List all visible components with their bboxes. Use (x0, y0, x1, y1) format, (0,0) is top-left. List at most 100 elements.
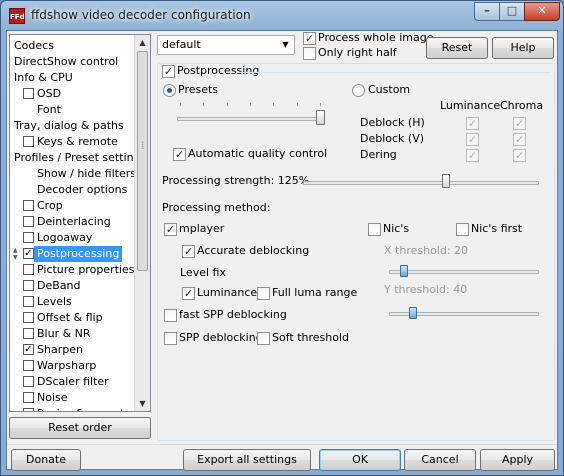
sidebar-item-label: Warpsharp (37, 359, 97, 372)
sidebar-item-checkbox[interactable]: ✓ (23, 344, 34, 355)
sidebar-item-label: Decoder options (37, 183, 128, 196)
sidebar-item-label: Show / hide filters (37, 167, 136, 180)
chroma-row-checkbox[interactable]: ✓ (513, 117, 526, 130)
sidebar-item-label: DeBand (37, 279, 81, 292)
app-icon: FFd (9, 8, 25, 24)
auto-quality-checkbox[interactable]: ✓ (173, 148, 186, 161)
apply-button[interactable]: Apply (480, 449, 555, 471)
luminance-row-checkbox[interactable]: ✓ (466, 149, 479, 162)
sidebar-item-checkbox[interactable] (23, 232, 34, 243)
nics-first-label: Nic's first (471, 222, 523, 235)
tree-scrollbar[interactable]: ▲ ▼ (134, 35, 150, 411)
sidebar-item-label: Picture properties (37, 263, 135, 276)
button-bar-divider (7, 444, 557, 446)
maximize-icon: □ (506, 4, 518, 17)
preset-select-value: default (162, 38, 201, 51)
dialog-client: Codecs DirectShow control Info & CPU OSD Fon… (6, 30, 558, 471)
luminance-label: Luminance (197, 286, 258, 299)
x-threshold-slider-track[interactable] (389, 270, 539, 274)
sidebar-item-checkbox[interactable] (23, 280, 34, 291)
nics-checkbox[interactable] (368, 223, 381, 236)
title-bar[interactable]: FFd ffdshow video decoder configuration … (1, 1, 563, 31)
process-whole-image-checkbox[interactable]: ✓ (303, 32, 316, 45)
postprocessing-enable-checkbox[interactable]: ✓ (162, 65, 175, 78)
strength-slider-thumb[interactable] (441, 174, 450, 188)
sidebar-item-checkbox[interactable]: ✓ (23, 248, 34, 259)
accurate-deblocking-label: Accurate deblocking (197, 244, 310, 257)
sidebar-item-checkbox[interactable] (23, 216, 34, 227)
sidebar-item-label: Profiles / Preset settings (14, 151, 147, 164)
luminance-row-checkbox[interactable]: ✓ (466, 117, 479, 130)
page-tree[interactable]: Codecs DirectShow control Info & CPU OSD Fon… (9, 34, 151, 412)
auto-quality-label: Automatic quality control (188, 147, 328, 160)
full-luma-range-checkbox[interactable] (257, 287, 270, 300)
sidebar-item-checkbox[interactable] (23, 392, 34, 403)
fast-spp-checkbox[interactable] (164, 309, 177, 322)
sidebar-item-checkbox[interactable] (23, 408, 34, 411)
custom-radio[interactable] (352, 84, 365, 97)
sidebar-item-checkbox[interactable] (23, 296, 34, 307)
reset-button[interactable]: Reset (426, 37, 488, 59)
y-threshold-label: Y threshold: 40 (384, 283, 468, 296)
donate-button[interactable]: Donate (11, 449, 81, 471)
strength-slider-track[interactable] (303, 181, 539, 185)
reset-order-button[interactable]: Reset order (9, 417, 151, 439)
x-threshold-label: X threshold: 20 (384, 244, 469, 257)
chroma-row-checkbox[interactable]: ✓ (513, 133, 526, 146)
mplayer-checkbox[interactable]: ✓ (164, 223, 177, 236)
close-icon: ✕ (537, 4, 547, 17)
scroll-thumb[interactable] (137, 51, 148, 271)
luminance-checkbox[interactable]: ✓ (182, 287, 195, 300)
sidebar-item-checkbox[interactable] (23, 328, 34, 339)
processing-method-label: Processing method: (162, 201, 271, 214)
sidebar-item-label: Noise (37, 391, 68, 404)
scroll-down-icon[interactable]: ▼ (135, 396, 150, 411)
slider-tick (180, 103, 181, 106)
scroll-up-icon[interactable]: ▲ (135, 35, 150, 50)
luminance-column-header: Luminance (440, 99, 501, 112)
sidebar-item-label: Logoaway (37, 231, 93, 244)
maximize-button[interactable]: □ (499, 2, 525, 21)
sidebar-item-label: Crop (37, 199, 63, 212)
nics-first-checkbox[interactable] (456, 223, 469, 236)
preset-select[interactable]: default ▼ (157, 35, 295, 55)
minimize-button[interactable]: – (474, 2, 500, 21)
sidebar-item-checkbox[interactable] (23, 376, 34, 387)
filter-row-label: Dering (360, 148, 397, 161)
level-fix-label: Level fix (180, 266, 226, 279)
y-threshold-slider-thumb[interactable] (408, 307, 417, 319)
sidebar-item-checkbox[interactable] (23, 136, 34, 147)
accurate-deblocking-checkbox[interactable]: ✓ (182, 245, 195, 258)
presets-radio[interactable] (163, 84, 176, 97)
help-button[interactable]: Help (492, 37, 554, 59)
sidebar-item-checkbox[interactable] (23, 88, 34, 99)
only-right-half-checkbox[interactable] (303, 47, 316, 60)
close-button[interactable]: ✕ (524, 2, 560, 21)
sidebar-item-checkbox[interactable] (23, 264, 34, 275)
export-all-settings-button[interactable]: Export all settings (183, 449, 311, 471)
sidebar-item-label: Codecs (14, 39, 54, 52)
soft-threshold-checkbox[interactable] (257, 332, 270, 345)
grip-icon: ⁞ (141, 139, 145, 152)
sidebar-item-checkbox[interactable] (23, 360, 34, 371)
spp-checkbox[interactable] (164, 332, 177, 345)
nics-label: Nic's (383, 222, 410, 235)
sidebar-item-checkbox[interactable] (23, 312, 34, 323)
preset-slider-thumb[interactable] (316, 110, 325, 125)
preset-slider-track[interactable] (177, 117, 325, 121)
sidebar-item-label: DirectShow control (14, 55, 119, 68)
full-luma-range-label: Full luma range (272, 286, 358, 299)
sidebar-item-label: Deinterlacing (37, 215, 111, 228)
x-threshold-slider-thumb[interactable] (399, 265, 408, 277)
luminance-row-checkbox[interactable]: ✓ (466, 133, 479, 146)
sidebar-item-label: Info & CPU (14, 71, 73, 84)
spp-label: SPP deblocking (179, 331, 263, 344)
slider-tick (320, 103, 321, 106)
cancel-button[interactable]: Cancel (404, 449, 476, 471)
sidebar-item-checkbox[interactable] (23, 200, 34, 211)
chroma-row-checkbox[interactable]: ✓ (513, 149, 526, 162)
sidebar-item-label: Blur & NR (37, 327, 91, 340)
sidebar-item-label: Tray, dialog & paths (14, 119, 124, 132)
sidebar-item-label: Offset & flip (37, 311, 103, 324)
ok-button[interactable]: OK (319, 449, 401, 471)
